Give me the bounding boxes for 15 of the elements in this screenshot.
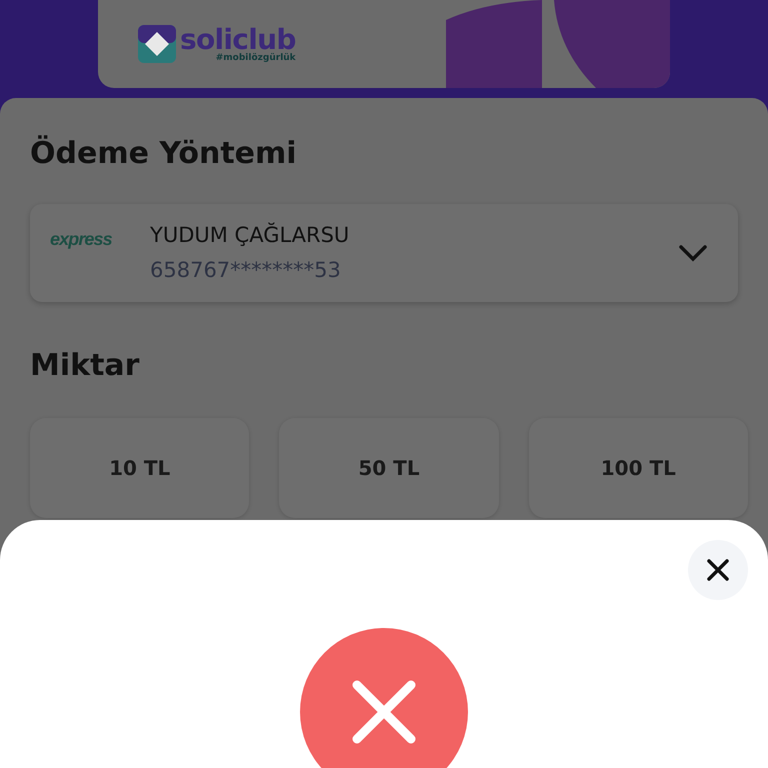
close-icon xyxy=(706,558,730,582)
payment-card-select[interactable]: express YUDUM ÇAĞLARSU 658767********53 xyxy=(30,204,738,302)
brand-tagline: #mobilözgürlük xyxy=(216,54,296,62)
brand-name: soliclub xyxy=(180,26,296,54)
chevron-down-icon xyxy=(678,244,708,262)
logo-icon xyxy=(138,25,176,63)
amount-option[interactable]: 50 TL xyxy=(279,418,499,518)
section-title: Miktar xyxy=(30,347,140,385)
amount-option[interactable]: 100 TL xyxy=(528,418,748,518)
provider-logo: express xyxy=(50,228,113,251)
card-number: 658767********53 xyxy=(150,257,342,284)
section-title: Ödeme Yöntemi xyxy=(30,134,298,173)
amount-option[interactable]: 10 TL xyxy=(30,418,250,518)
card-holder: YUDUM ÇAĞLARSU xyxy=(150,222,350,248)
promo-banner[interactable]: soliclub #mobilözgürlük xyxy=(98,0,670,88)
